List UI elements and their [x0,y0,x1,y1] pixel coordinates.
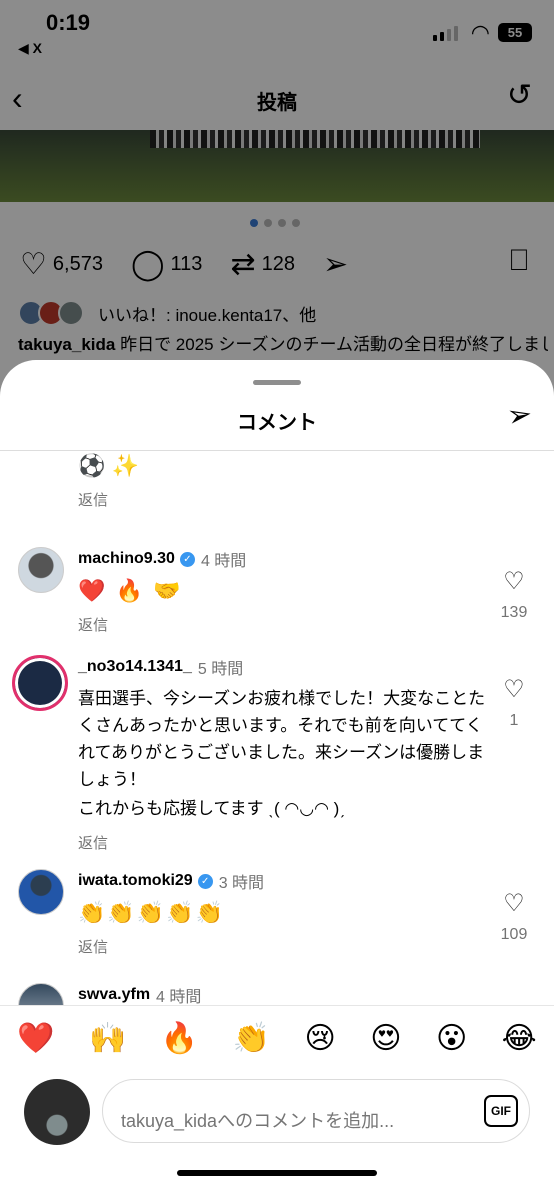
comment-body: _no3o14.1341_ 5 時間 喜田選手、今シーズンお疲れ様でした！大変な… [78,655,498,853]
gif-button[interactable]: GIF [484,1095,518,1127]
comment-header: swva.yfm 4 時間 [78,983,478,1005]
comment-username[interactable]: iwata.tomoki29 [78,872,193,890]
comment-text: 👏👏👏👏👏 [78,900,225,925]
comment-text: ❤️ 🔥 🤝 [78,578,183,603]
sheet-title: コメント [237,412,317,434]
comments-sheet: コメント ➢ ⚽ ✨ 返信 machino9.30 ✓ 4 時間 ❤️ 🔥 🤝 … [0,360,554,1200]
comment-header: iwata.tomoki29 ✓ 3 時間 [78,869,478,893]
comment-like: ♡ 139 [494,567,534,622]
my-avatar[interactable] [24,1079,90,1145]
comment-header: machino9.30 ✓ 4 時間 [78,547,478,571]
sheet-grabber[interactable] [253,380,301,385]
comment-body: swva.yfm 4 時間 [78,983,478,1005]
avatar[interactable] [18,983,64,1005]
reaction-heart-eyes[interactable]: 😍 [370,1021,401,1056]
share-send-icon[interactable]: ➢ [504,396,535,435]
reaction-clap[interactable]: 👏 [233,1021,270,1056]
comment-composer: GIF [0,1071,554,1181]
heart-icon[interactable]: ♡ [503,568,525,595]
comment-body: machino9.30 ✓ 4 時間 ❤️ 🔥 🤝 返信 [78,547,478,635]
previous-comment-tail: ⚽ ✨ 返信 [78,453,139,510]
comment-like: ♡ 109 [494,889,534,944]
reaction-heart[interactable]: ❤️ [17,1021,54,1056]
avatar[interactable] [18,869,64,915]
comment-text-line2: これからも応援してます ˎ( ◠◡◠ )ˏ [78,799,345,818]
comment-time: 4 時間 [156,989,202,1005]
reaction-laughing[interactable]: 😂 [502,1021,537,1056]
reaction-fire[interactable]: 🔥 [161,1021,198,1056]
reaction-raised-hands[interactable]: 🙌 [89,1021,126,1056]
quick-reactions: ❤️ 🙌 🔥 👏 😢 😍 😮 😂 [0,1005,554,1071]
home-indicator[interactable] [177,1170,377,1176]
comment-list[interactable]: ⚽ ✨ 返信 machino9.30 ✓ 4 時間 ❤️ 🔥 🤝 返信 ♡ 13… [0,451,554,1005]
comment-username[interactable]: swva.yfm [78,986,150,1004]
heart-icon[interactable]: ♡ [503,676,525,703]
comment-input[interactable] [102,1079,530,1143]
verified-badge-icon: ✓ [179,551,195,567]
previous-comment-emoji: ⚽ ✨ [78,453,139,478]
reaction-crying[interactable]: 😢 [304,1021,335,1056]
comment-text: 喜田選手、今シーズンお疲れ様でした！大変なことたくさんあったかと思います。それで… [78,689,486,789]
reaction-surprised[interactable]: 😮 [436,1021,467,1056]
comment-like-count: 1 [509,712,519,729]
comment-time: 5 時間 [197,661,244,678]
verified-badge-icon: ✓ [197,873,213,889]
comment-time: 3 時間 [218,875,265,892]
comment-like-count: 139 [500,604,528,621]
avatar-with-story-ring[interactable] [12,655,68,711]
comment-body: iwata.tomoki29 ✓ 3 時間 👏👏👏👏👏 返信 [78,869,478,957]
reply-button[interactable]: 返信 [78,936,478,957]
avatar[interactable] [18,547,64,593]
reply-button[interactable]: 返信 [78,614,478,635]
reply-button[interactable]: 返信 [78,489,139,510]
comment-header: _no3o14.1341_ 5 時間 [78,655,498,679]
reply-button[interactable]: 返信 [78,832,498,853]
heart-icon[interactable]: ♡ [503,890,525,917]
comment-time: 4 時間 [200,553,247,570]
comment-like: ♡ 1 [494,675,534,730]
comment-like-count: 109 [500,926,528,943]
comment-username[interactable]: _no3o14.1341_ [78,658,192,676]
comment-username[interactable]: machino9.30 [78,550,175,568]
